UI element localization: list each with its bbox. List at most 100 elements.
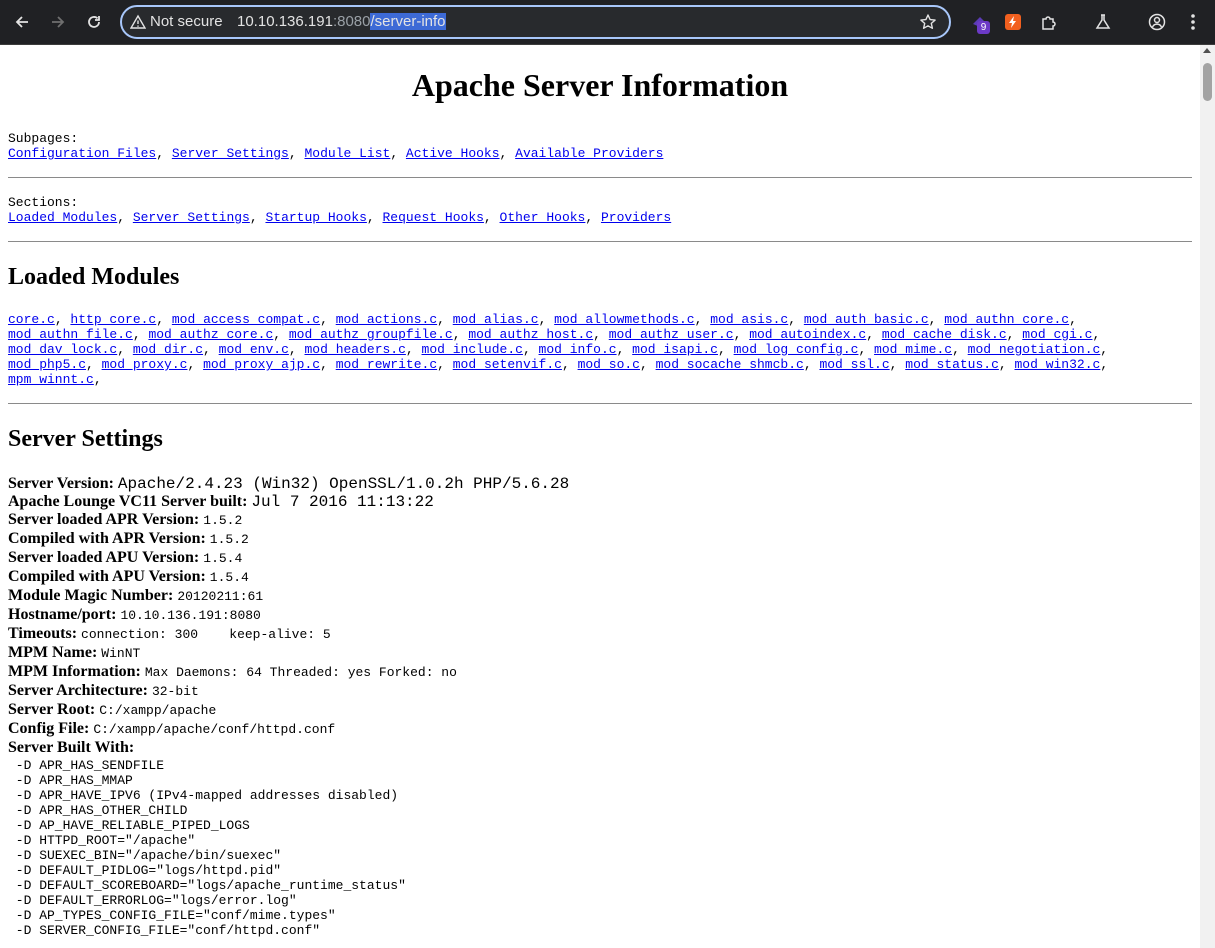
module-link[interactable]: mod_log_config.c [734, 342, 859, 357]
section-link[interactable]: Providers [601, 210, 671, 225]
module-link[interactable]: mod_mime.c [874, 342, 952, 357]
reload-button[interactable] [80, 8, 108, 36]
url-text[interactable]: 10.10.136.191:8080/server-info [237, 13, 446, 30]
module-link[interactable]: mod_so.c [578, 357, 640, 372]
module-link[interactable]: mod_isapi.c [632, 342, 718, 357]
module-link[interactable]: mod_authz_user.c [609, 327, 734, 342]
menu-button[interactable] [1179, 8, 1207, 36]
setting-row: Server loaded APU Version: 1.5.4 [8, 549, 1192, 568]
page-title: Apache Server Information [411, 67, 789, 103]
section-link[interactable]: Other Hooks [500, 210, 586, 225]
subpage-link[interactable]: Server Settings [172, 146, 289, 161]
module-link[interactable]: mod_setenvif.c [453, 357, 562, 372]
module-link[interactable]: mod_status.c [905, 357, 999, 372]
extension-purple[interactable]: 9 [966, 8, 994, 36]
section-link[interactable]: Request Hooks [383, 210, 484, 225]
setting-label: MPM Information: [8, 663, 141, 680]
subpage-link[interactable]: Module List [304, 146, 390, 161]
module-link[interactable]: mod_authz_core.c [148, 327, 273, 342]
lightning-icon [1005, 14, 1021, 30]
back-button[interactable] [8, 8, 36, 36]
module-link[interactable]: http_core.c [70, 312, 156, 327]
module-link[interactable]: mod_asis.c [710, 312, 788, 327]
module-link[interactable]: core.c [8, 312, 55, 327]
built-with-list: -D APR_HAS_SENDFILE -D APR_HAS_MMAP -D A… [8, 758, 1192, 938]
setting-label: Server Architecture: [8, 682, 148, 699]
address-bar[interactable]: Not secure 10.10.136.191:8080/server-inf… [120, 5, 951, 39]
profile-button[interactable] [1143, 8, 1171, 36]
setting-value: C:/xampp/apache [99, 703, 217, 718]
module-link[interactable]: mod_env.c [219, 342, 289, 357]
url-path-selected: /server-info [370, 13, 446, 30]
bookmark-star-icon[interactable] [919, 13, 937, 31]
build-define: -D SERVER_CONFIG_FILE="conf/httpd.conf" [8, 923, 321, 938]
scroll-thumb[interactable] [1203, 63, 1212, 101]
module-link[interactable]: mod_php5.c [8, 357, 86, 372]
module-link[interactable]: mod_authz_host.c [468, 327, 593, 342]
subpage-link[interactable]: Available Providers [515, 146, 663, 161]
flask-icon [1095, 14, 1111, 29]
setting-row: Hostname/port: 10.10.136.191:8080 [8, 606, 1192, 625]
setting-row: Compiled with APU Version: 1.5.4 [8, 568, 1192, 587]
setting-value: 1.5.2 [209, 532, 249, 547]
build-define: -D DEFAULT_PIDLOG="logs/httpd.pid" [8, 863, 282, 878]
module-link[interactable]: mod_dav_lock.c [8, 342, 117, 357]
module-link[interactable]: mod_cgi.c [1022, 327, 1092, 342]
back-arrow-icon [15, 16, 28, 28]
module-link[interactable]: mod_info.c [539, 342, 617, 357]
module-link[interactable]: mod_win32.c [1015, 357, 1101, 372]
module-link[interactable]: mod_authn_core.c [944, 312, 1069, 327]
labs-button[interactable] [1089, 8, 1117, 36]
module-link[interactable]: mod_ssl.c [819, 357, 889, 372]
setting-label: Timeouts: [8, 625, 78, 642]
module-link[interactable]: mod_dir.c [133, 342, 203, 357]
module-link[interactable]: mod_alias.c [453, 312, 539, 327]
section-link[interactable]: Loaded Modules [8, 210, 117, 225]
profile-icon [1148, 13, 1166, 31]
setting-row: Server Architecture: 32-bit [8, 682, 1192, 701]
subpages-block: Subpages: Configuration Files, Server Se… [8, 131, 1192, 161]
setting-value: Max Daemons: 64 Threaded: yes Forked: no [144, 665, 457, 680]
module-link[interactable]: mod_access_compat.c [172, 312, 320, 327]
module-link[interactable]: mod_auth_basic.c [804, 312, 929, 327]
build-define: -D APR_HAS_MMAP [8, 773, 133, 788]
module-link[interactable]: mod_autoindex.c [749, 327, 866, 342]
build-define: -D DEFAULT_SCOREBOARD="logs/apache_runti… [8, 878, 406, 893]
module-link[interactable]: mod_authn_file.c [8, 327, 133, 342]
setting-row: MPM Name: WinNT [8, 644, 1192, 663]
module-link[interactable]: mod_proxy.c [102, 357, 188, 372]
forward-button[interactable] [44, 8, 72, 36]
extension-orange[interactable] [999, 8, 1027, 36]
build-define: -D DEFAULT_ERRORLOG="logs/error.log" [8, 893, 297, 908]
sections-block: Sections: Loaded Modules, Server Setting… [8, 195, 1192, 225]
subpage-link[interactable]: Active Hooks [406, 146, 500, 161]
build-define: -D SUEXEC_BIN="/apache/bin/suexec" [8, 848, 282, 863]
module-link[interactable]: mpm_winnt.c [8, 372, 94, 387]
module-link[interactable]: mod_proxy_ajp.c [203, 357, 320, 372]
build-define: -D AP_TYPES_CONFIG_FILE="conf/mime.types… [8, 908, 336, 923]
scroll-up-arrow-icon[interactable] [1203, 48, 1211, 53]
build-define: -D APR_HAVE_IPV6 (IPv4-mapped addresses … [8, 788, 399, 803]
section-link[interactable]: Server Settings [133, 210, 250, 225]
module-link[interactable]: mod_negotiation.c [968, 342, 1101, 357]
module-link[interactable]: mod_socache_shmcb.c [656, 357, 804, 372]
module-link[interactable]: mod_include.c [422, 342, 523, 357]
subpage-link[interactable]: Configuration Files [8, 146, 156, 161]
module-link[interactable]: mod_actions.c [336, 312, 437, 327]
module-link[interactable]: mod_headers.c [304, 342, 405, 357]
sections-label: Sections: [8, 195, 79, 210]
module-link[interactable]: mod_rewrite.c [336, 357, 437, 372]
section-link[interactable]: Startup Hooks [265, 210, 366, 225]
setting-value: 1.5.2 [203, 513, 243, 528]
module-link[interactable]: mod_authz_groupfile.c [289, 327, 453, 342]
module-line: mod_php5.c, mod_proxy.c, mod_proxy_ajp.c… [8, 357, 1109, 372]
module-link[interactable]: mod_cache_disk.c [882, 327, 1007, 342]
setting-row: Server Version: Apache/2.4.23 (Win32) Op… [8, 475, 1192, 493]
module-link[interactable]: mod_allowmethods.c [554, 312, 694, 327]
setting-row: Server Root: C:/xampp/apache [8, 701, 1192, 720]
three-dots-icon [1191, 14, 1195, 30]
not-secure-label[interactable]: Not secure [150, 13, 223, 30]
sections-links: Loaded Modules, Server Settings, Startup… [8, 210, 672, 225]
page-scrollbar[interactable] [1200, 45, 1215, 948]
extensions-button[interactable] [1035, 8, 1063, 36]
